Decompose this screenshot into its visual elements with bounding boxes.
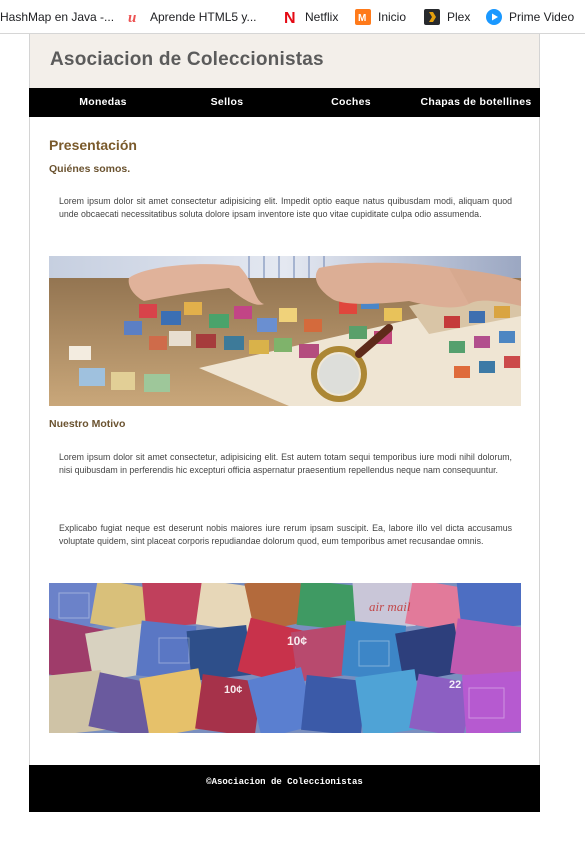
svg-text:u: u xyxy=(128,10,136,25)
nav-item-sellos[interactable]: Sellos xyxy=(181,88,273,117)
plex-icon xyxy=(424,8,440,25)
svg-text:10¢: 10¢ xyxy=(287,634,307,648)
main-nav: Monedas Sellos Coches Chapas de botellin… xyxy=(29,88,540,117)
site-footer: ©Asociacion de Coleccionistas xyxy=(29,765,540,812)
section-text-nuestro-motivo-1: Lorem ipsum dolor sit amet consectetur, … xyxy=(59,452,512,475)
nav-item-coches[interactable]: Coches xyxy=(305,88,397,117)
stamps-collage-photo: air mail 10¢ 10¢ 22 xyxy=(49,583,521,733)
bookmark-prime-video[interactable]: Prime Video xyxy=(486,0,574,33)
svg-text:M: M xyxy=(358,13,366,24)
section-title-quienes-somos: Quiénes somos. xyxy=(49,163,131,175)
bookmark-inicio[interactable]: M Inicio xyxy=(355,0,406,33)
section-title-nuestro-motivo: Nuestro Motivo xyxy=(49,418,126,430)
bookmark-label: Plex xyxy=(447,9,471,24)
inicio-icon: M xyxy=(355,8,371,25)
bookmark-hashmap[interactable]: HashMap en Java -... xyxy=(0,0,114,33)
page-heading: Presentación xyxy=(49,137,137,153)
footer-copyright: ©Asociacion de Coleccionistas xyxy=(206,777,363,787)
netflix-icon: N xyxy=(282,9,298,27)
svg-text:air mail: air mail xyxy=(369,599,411,614)
udemy-icon: u xyxy=(127,9,143,26)
bookmark-label: Netflix xyxy=(305,9,339,24)
bookmark-plex[interactable]: Plex xyxy=(424,0,470,33)
site-header: Asociacion de Coleccionistas xyxy=(29,34,540,88)
bookmark-netflix[interactable]: N Netflix xyxy=(282,0,338,33)
stamp-collection-photo xyxy=(49,256,521,406)
bookmark-label: HashMap en Java -... xyxy=(0,9,115,24)
bookmark-label: Inicio xyxy=(378,9,407,24)
bookmarks-bar: HashMap en Java -... u Aprende HTML5 y..… xyxy=(0,0,585,34)
site-title: Asociacion de Coleccionistas xyxy=(50,49,324,70)
section-text-quienes-somos: Lorem ipsum dolor sit amet consectetur a… xyxy=(59,196,512,219)
svg-text:22: 22 xyxy=(449,679,461,691)
bookmark-label: Prime Video xyxy=(509,9,575,24)
bookmark-label: Aprende HTML5 y... xyxy=(150,9,257,24)
svg-text:N: N xyxy=(284,10,296,25)
section-text-nuestro-motivo-2: Explicabo fugiat neque est deserunt nobi… xyxy=(59,523,512,546)
nav-item-monedas[interactable]: Monedas xyxy=(57,88,149,117)
bookmark-aprende-html5[interactable]: u Aprende HTML5 y... xyxy=(127,0,257,33)
prime-video-icon xyxy=(486,8,502,25)
nav-item-chapas[interactable]: Chapas de botellines xyxy=(416,88,536,117)
svg-text:10¢: 10¢ xyxy=(224,684,242,696)
